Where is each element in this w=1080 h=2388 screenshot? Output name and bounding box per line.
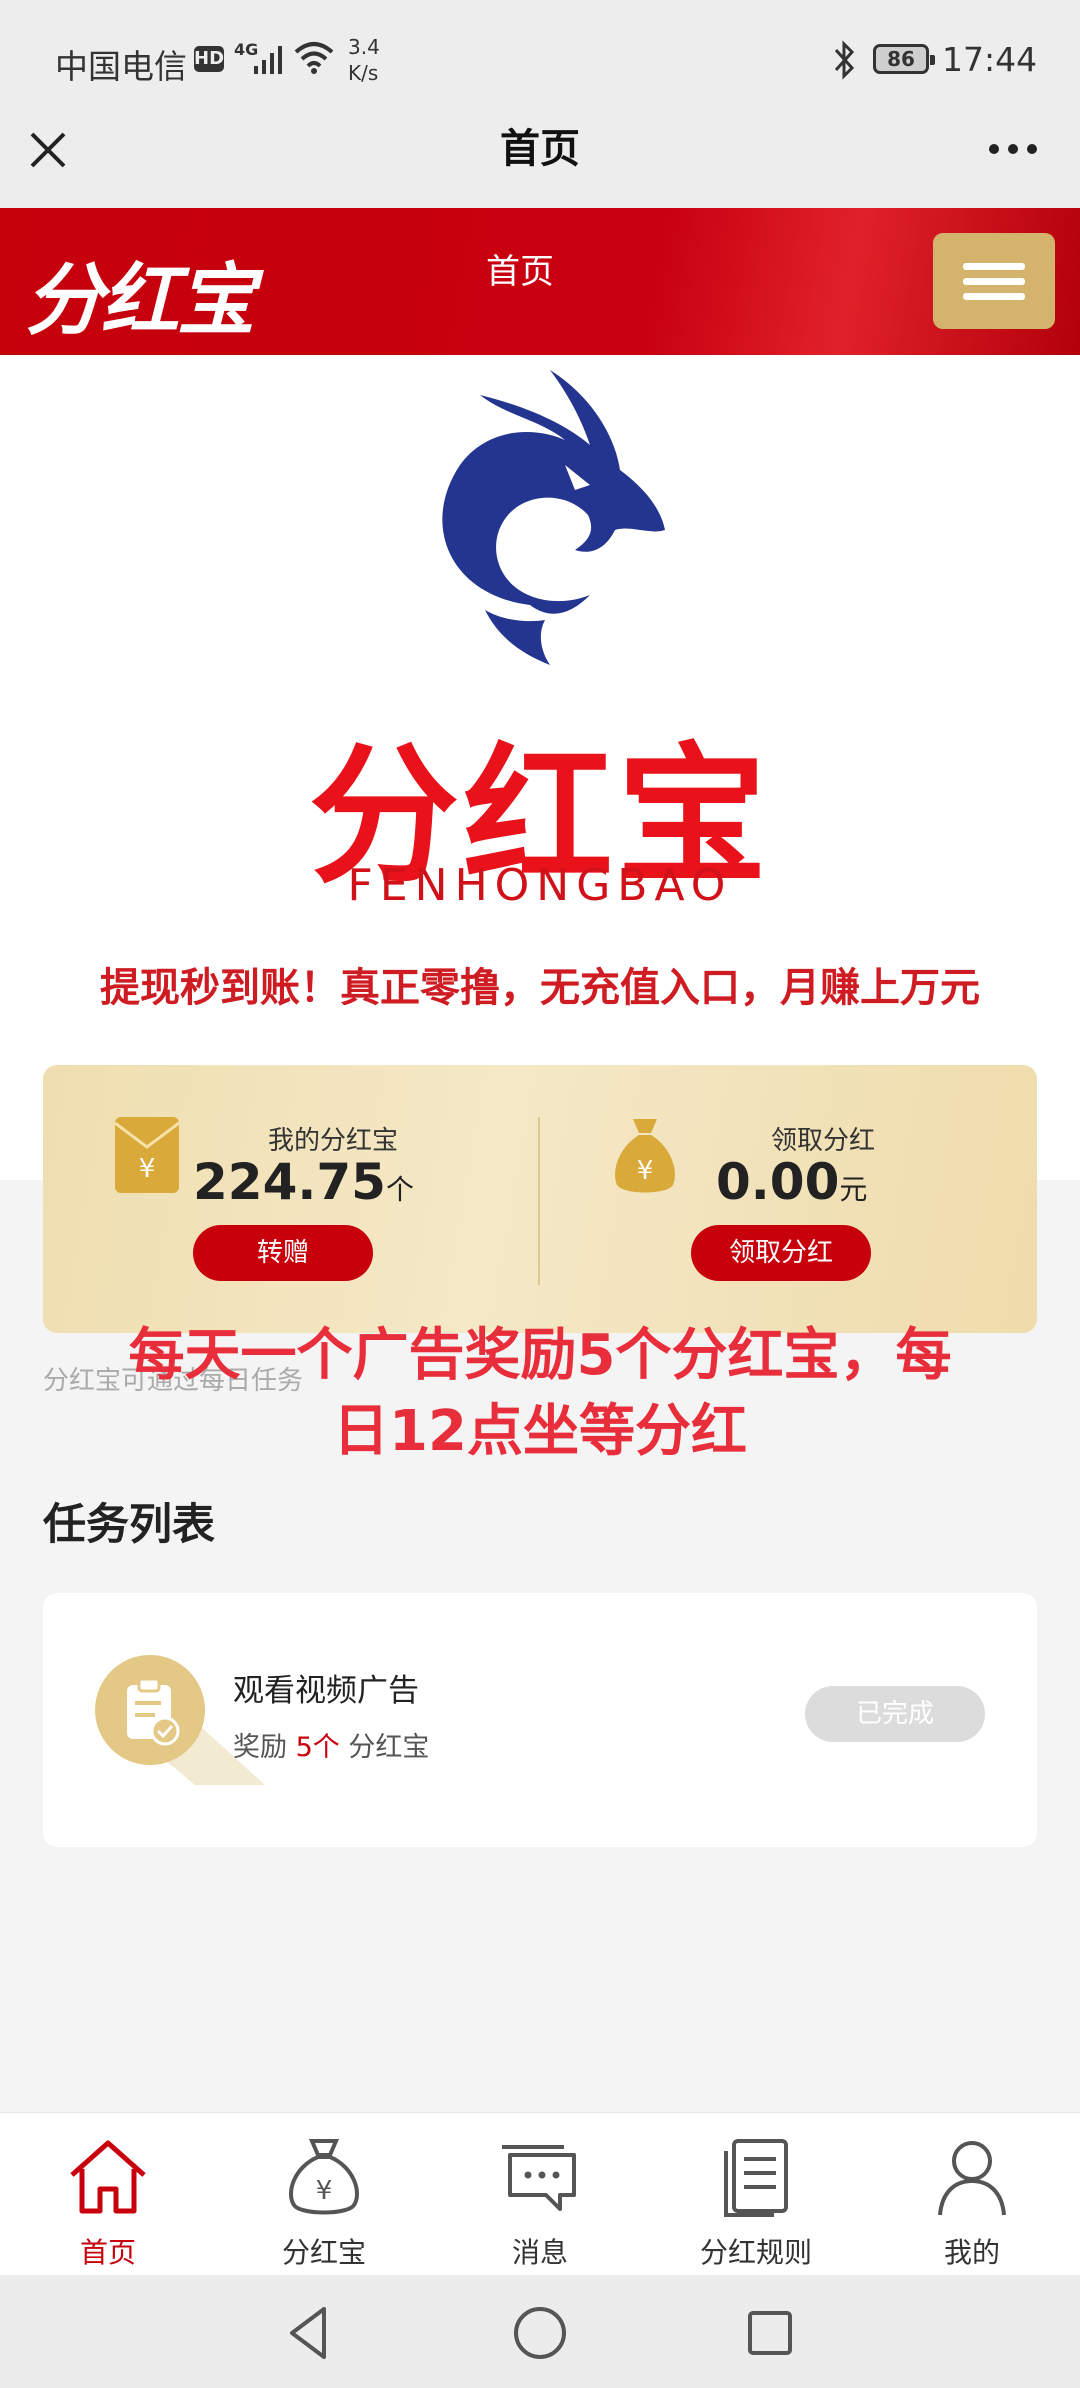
menu-button[interactable] (933, 233, 1055, 329)
site-header: 分红宝 首页 (0, 208, 1080, 355)
home-icon (70, 2140, 146, 2214)
more-icon[interactable] (988, 142, 1038, 156)
recents-icon[interactable] (740, 2303, 800, 2363)
claim-dividend-value: 0.00元 (716, 1153, 868, 1211)
task-title: 观看视频广告 (233, 1673, 419, 1709)
claim-dividend-button[interactable]: 领取分红 (691, 1225, 871, 1281)
webview-title-bar: 首页 (0, 120, 1080, 208)
document-icon (724, 2139, 788, 2217)
system-nav-bar (0, 2275, 1080, 2388)
tab-dividend[interactable]: ¥ 分红宝 (216, 2113, 432, 2276)
overlay-caption-line1: 每天一个广告奖励5个分红宝，每 (128, 1323, 952, 1388)
overlay-caption-line2: 日12点坐等分红 (333, 1399, 747, 1464)
transfer-button[interactable]: 转赠 (193, 1225, 373, 1281)
network-speed: 3.4 K/s (348, 35, 380, 85)
svg-text:¥: ¥ (316, 2176, 333, 2206)
site-logo[interactable]: 分红宝 (25, 238, 255, 350)
red-envelope-icon: ¥ (114, 1117, 180, 1193)
task-list-title: 任务列表 (43, 1500, 215, 1550)
bottom-tab-bar: 首页 ¥ 分红宝 消息 分红规则 我的 (0, 2112, 1080, 2275)
clock: 17:44 (942, 40, 1038, 79)
promo-banner: 分红宝 FENHONGBAO 提现秒到账！真正零撸，无充值入口，月赚上万元 (0, 355, 1080, 1180)
header-nav-title: 首页 (486, 252, 554, 292)
task-status-button[interactable]: 已完成 (805, 1686, 985, 1742)
carrier-name: 中国电信 (55, 47, 187, 86)
claim-dividend-label: 领取分红 (770, 1126, 875, 1156)
tab-messages[interactable]: 消息 (432, 2113, 648, 2276)
bluetooth-icon (834, 40, 855, 80)
tab-dividend-rules[interactable]: 分红规则 (648, 2113, 864, 2276)
banner-slogan: 提现秒到账！真正零撸，无充值入口，月赚上万元 (100, 965, 980, 1011)
dividend-card: ¥ 我的分红宝 224.75个 转赠 ¥ 领取分红 0.00元 领取分红 (43, 1065, 1037, 1333)
status-bar: 中国电信 HD 4G 3.4 K/s 86 17:44 (0, 0, 1080, 120)
tab-label: 消息 (511, 2236, 568, 2269)
money-bag-icon: ¥ (289, 2139, 359, 2215)
money-bag-icon: ¥ (615, 1119, 675, 1193)
my-dividend-value: 224.75个 (193, 1153, 414, 1211)
message-icon (502, 2145, 576, 2211)
task-reward: 奖励 5个 分红宝 (233, 1732, 430, 1763)
wifi-icon (294, 42, 334, 74)
tab-label: 分红宝 (281, 2236, 366, 2269)
tab-label: 分红规则 (699, 2236, 812, 2269)
user-icon (938, 2141, 1006, 2216)
card-divider (538, 1117, 540, 1285)
svg-text:¥: ¥ (637, 1156, 654, 1186)
tab-home[interactable]: 首页 (0, 2113, 216, 2276)
hd-badge: HD (194, 46, 224, 72)
tab-label: 我的 (943, 2236, 1000, 2269)
tab-me[interactable]: 我的 (864, 2113, 1080, 2276)
tab-label: 首页 (79, 2236, 136, 2269)
signal-icon (254, 46, 282, 74)
list-item: 观看视频广告 奖励 5个 分红宝 已完成 (43, 1593, 1037, 1847)
my-dividend-label: 我的分红宝 (267, 1126, 398, 1156)
back-icon[interactable] (280, 2303, 340, 2363)
page-title: 首页 (500, 126, 580, 172)
home-circle-icon[interactable] (510, 2303, 570, 2363)
brand-name-en: FENHONGBAO (347, 860, 733, 911)
hamburger-icon (963, 263, 1025, 270)
overlay-caption: 每天一个广告奖励5个分红宝，每 日12点坐等分红 (0, 1318, 1080, 1470)
svg-text:¥: ¥ (139, 1154, 156, 1184)
battery-indicator: 86 (873, 44, 935, 74)
dragon-logo-icon (442, 370, 665, 665)
